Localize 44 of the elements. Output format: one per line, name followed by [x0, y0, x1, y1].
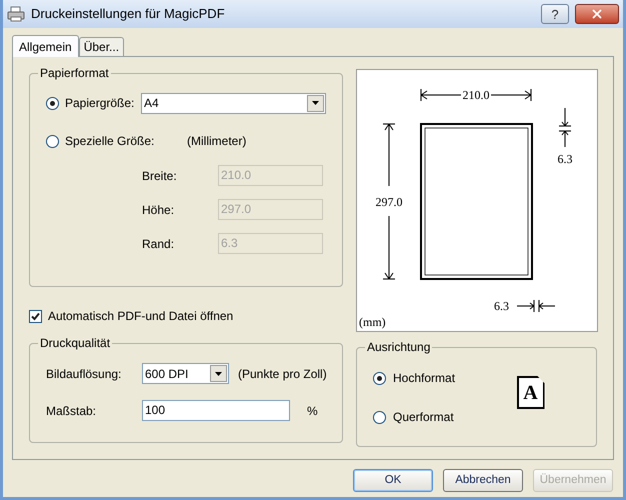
radio-button[interactable]	[46, 134, 59, 148]
field-label: Rand:	[142, 236, 176, 252]
close-icon	[590, 7, 604, 21]
close-button[interactable]	[575, 4, 619, 24]
tab[interactable]: Allgemein	[12, 35, 79, 57]
margin-marker	[558, 108, 572, 148]
tab[interactable]: Über...	[78, 37, 124, 56]
resolution-dropdown[interactable]: 600 DPI	[142, 363, 229, 384]
unit-note: (Millimeter)	[187, 133, 246, 150]
unit-label: (mm)	[359, 315, 386, 329]
dropdown-arrow-icon	[215, 372, 222, 376]
help-button[interactable]: ?	[541, 4, 569, 24]
width-value: 210.0	[462, 88, 490, 102]
radio-button[interactable]	[46, 96, 59, 110]
radio-label: Querformat	[393, 409, 454, 426]
radio-label: Spezielle Größe:	[65, 133, 156, 150]
radio-button[interactable]	[373, 372, 386, 384]
window-title: Druckeinstellungen für MagicPDF	[31, 5, 226, 24]
field-label: Höhe:	[142, 202, 176, 218]
field-label: Maßstab:	[46, 402, 98, 420]
margin-value: 6.3	[558, 152, 572, 166]
radio-label: Papiergröße:	[65, 95, 136, 112]
group-title: Druckqualität	[38, 335, 112, 351]
dialog-button[interactable]: OK	[353, 469, 433, 492]
unit-label: %	[307, 402, 318, 420]
input-field[interactable]: 100	[142, 400, 290, 421]
margin-value: 6.3	[494, 299, 509, 313]
field-label: Breite:	[142, 168, 178, 184]
radio-label: Hochformat	[393, 370, 456, 387]
field-label: Bildauflösung:	[46, 366, 122, 382]
paper-size-dropdown[interactable]: A4	[141, 92, 326, 114]
checkbox[interactable]	[29, 310, 42, 322]
dialog-button[interactable]: Abbrechen	[443, 469, 523, 492]
portrait-page-icon: A	[516, 376, 545, 409]
checkbox-label: Automatisch PDF-und Datei öffnen	[48, 308, 234, 325]
height-value: 297.0	[376, 195, 402, 209]
group-title: Ausrichtung	[365, 339, 432, 355]
unit-note: (Punkte pro Zoll)	[238, 366, 327, 382]
margin-marker	[516, 300, 556, 312]
group-title: Papierformat	[38, 65, 111, 81]
dropdown-arrow-icon	[312, 101, 319, 105]
printer-icon	[7, 6, 25, 22]
radio-button[interactable]	[373, 410, 386, 424]
check-icon	[31, 312, 40, 320]
